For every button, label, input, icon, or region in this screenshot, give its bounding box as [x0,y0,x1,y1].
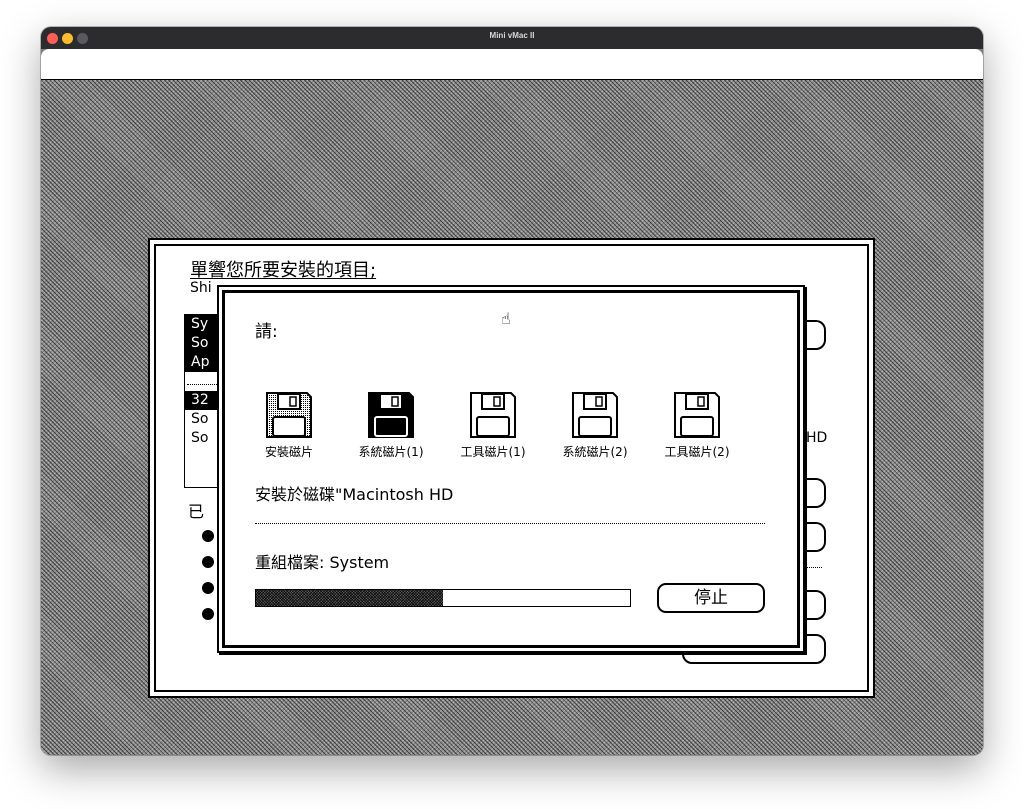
emulator-window: Mini vMac II 單響您所要安裝的項目; Shi Sy So Ap 32… [41,27,983,755]
bullet-icon [202,530,214,542]
installed-label: 已 [188,502,205,521]
progress-bar [255,589,631,607]
installer-heading: 單響您所要安裝的項目; [190,260,377,281]
floppy-disk-icon [265,391,313,439]
dialog-prompt: 請: [255,322,278,342]
bullet-icon [202,582,214,594]
disk-label: 系統磁片(2) [562,445,628,459]
disk-label: 系統磁片(1) [358,445,424,459]
disk-label: 安裝磁片 [264,445,313,459]
disk-label: 工具磁片(1) [460,445,526,459]
installer-subheading: Shi [190,280,212,296]
floppy-disk-icon [673,391,721,439]
divider [255,523,765,524]
disk-label: 工具磁片(2) [664,445,730,459]
floppy-disk-icon [469,391,517,439]
bullet-icon [202,608,214,620]
floppy-disk-icon [367,391,415,439]
stop-button[interactable]: 停止 [657,583,765,613]
mac-menu-bar [41,49,983,80]
title-bar: Mini vMac II [41,27,983,49]
hand-cursor-icon: ☝ [501,309,511,328]
progress-fill [256,590,443,606]
window-title: Mini vMac II [489,31,535,40]
install-progress-dialog: 請: 安裝磁片 系統磁片(1) 工具磁片(1) 系統磁片(2) 工具磁片(2) 安裝於磁… [217,285,805,653]
destination-text: 安裝於磁碟"Macintosh HD [255,485,454,504]
floppy-disk-icon [571,391,619,439]
bullet-icon [202,556,214,568]
status-text: 重組檔案: System [255,553,390,572]
desktop: 單響您所要安裝的項目; Shi Sy So Ap 32 So So 已 HD 請… [41,80,983,755]
destination-disk-name: HD [806,430,828,446]
